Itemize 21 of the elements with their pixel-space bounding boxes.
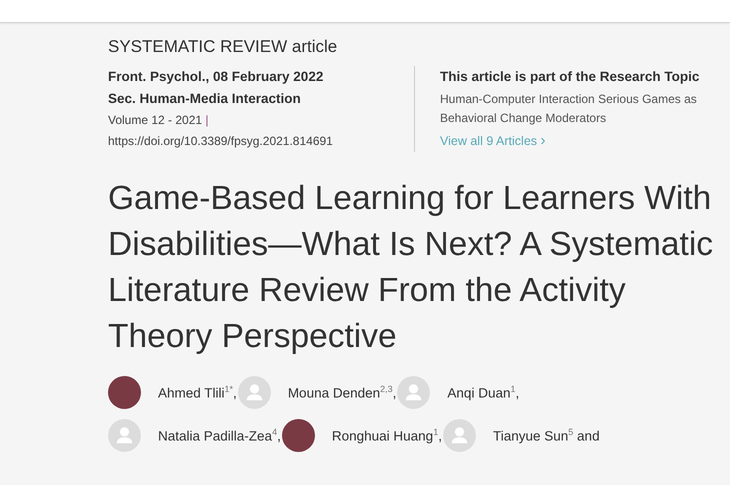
volume-label: Volume 12 - 2021 [108, 113, 202, 127]
author-name[interactable]: Ahmed Tlili$^{1*}$, [158, 384, 237, 401]
photo-placeholder [108, 376, 141, 409]
avatar-icon [442, 419, 476, 452]
avatar-icon [238, 376, 271, 409]
author-name[interactable]: Tianyue Sun$^{5}$ and [492, 427, 600, 444]
doi-link[interactable]: https://doi.org/10.3389/fpsyg.2021.814691 [108, 131, 414, 152]
photo-placeholder [282, 419, 315, 452]
avatar-icon [108, 419, 141, 452]
article-type: SYSTEMATIC REVIEW article [108, 37, 338, 57]
author-name[interactable]: Natalia Padilla-Zea$^{4}$, [158, 427, 281, 444]
avatar-icon [397, 376, 430, 409]
author-name[interactable]: Ronghuai Huang$^{1}$, [332, 427, 442, 444]
research-topic-title[interactable]: Human-Computer Interaction Serious Games as Behavioral Change Moderators [440, 90, 730, 128]
author-name[interactable]: Mouna Denden$^{2,3}$, [288, 384, 396, 401]
author-name[interactable]: Anqi Duan$^{1}$, [447, 384, 520, 401]
article-title: Game-Based Learning for Learners With Disabilities—What Is Next? A Systematic Literature Review From the Activity Theory Perspective [108, 179, 714, 357]
research-topic-heading: This article is part of the Research Topic [440, 68, 700, 86]
separator: | [205, 113, 209, 127]
section-label: Sec. Human-Media Interaction [108, 90, 302, 108]
journal-date: Front. Psychol., 08 February 2022 [108, 68, 324, 86]
